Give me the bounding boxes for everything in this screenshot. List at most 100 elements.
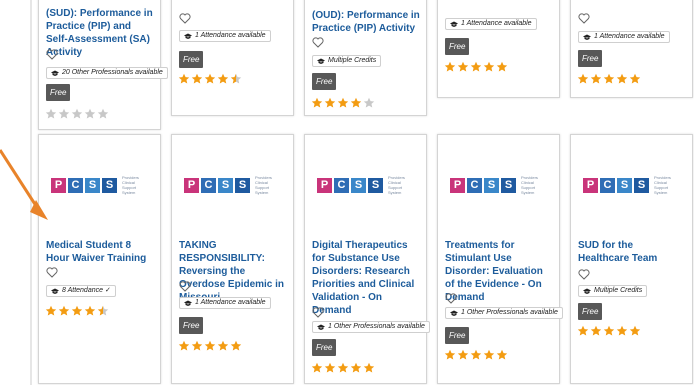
star-icon <box>603 73 615 84</box>
star-icon <box>629 73 641 84</box>
star-icon <box>45 108 57 119</box>
star-icon <box>97 108 109 119</box>
free-label: Free <box>46 84 71 101</box>
free-label: Free <box>445 327 470 344</box>
free-label: Free <box>445 38 470 55</box>
star-icon <box>71 305 83 316</box>
course-card-oud-pip[interactable]: (OUD): Performance in Practice (PIP) Act… <box>304 0 427 116</box>
credit-badge: 8 Attendance ✓ <box>46 285 116 297</box>
star-icon <box>230 340 242 351</box>
heart-icon[interactable] <box>46 267 58 278</box>
course-card-top-4[interactable]: 1 Attendance available Free <box>437 0 560 98</box>
course-card-top-2[interactable]: 1 Attendance available Free <box>171 0 294 116</box>
graduation-cap-icon <box>450 310 458 316</box>
course-title[interactable]: (OUD): Performance in Practice (PIP) Act… <box>312 9 420 35</box>
logo-letter: C <box>201 177 216 193</box>
star-icon <box>363 362 375 373</box>
rating-stars <box>45 108 109 120</box>
pcss-logo: P C S S Providers Clinical Support Syste… <box>172 135 293 235</box>
badge-label: 1 Other Professionals available <box>328 323 425 330</box>
star-icon <box>616 73 628 84</box>
star-icon <box>470 61 482 72</box>
course-card-taking-responsibility[interactable]: P C S S Providers Clinical Support Syste… <box>171 134 294 384</box>
rating-stars <box>178 73 242 85</box>
badge-label: 20 Other Professionals available <box>62 69 163 76</box>
logo-letter: P <box>317 177 332 193</box>
course-card-digital-therapeutics[interactable]: P C S S Providers Clinical Support Syste… <box>304 134 430 384</box>
star-icon <box>444 61 456 72</box>
course-title[interactable]: (SUD): Performance in Practice (PIP) and… <box>46 7 154 59</box>
graduation-cap-icon <box>51 70 59 76</box>
star-icon <box>577 325 589 336</box>
rating-stars <box>444 61 508 73</box>
course-card-sud-healthcare-team[interactable]: P C S S Providers Clinical Support Syste… <box>570 134 693 384</box>
rating-stars <box>577 325 641 337</box>
logo-letter: P <box>184 177 199 193</box>
star-icon <box>217 340 229 351</box>
star-icon <box>191 73 203 84</box>
heart-icon[interactable] <box>312 307 324 318</box>
graduation-cap-icon <box>450 21 458 27</box>
course-title[interactable]: Digital Therapeutics for Substance Use D… <box>312 239 420 317</box>
logo-tagline: Providers Clinical Support System <box>388 175 405 195</box>
star-icon <box>230 73 242 84</box>
star-icon <box>178 340 190 351</box>
credit-badge: 1 Attendance available <box>179 297 271 309</box>
pcss-logo: P C S S Providers Clinical Support Syste… <box>305 135 426 235</box>
star-icon <box>616 325 628 336</box>
star-icon <box>350 97 362 108</box>
star-icon <box>457 349 469 360</box>
logo-letter: S <box>102 177 117 193</box>
free-label: Free <box>179 317 204 334</box>
credit-badge: Multiple Credits <box>578 285 648 297</box>
logo-tagline: Providers Clinical Support System <box>654 175 671 195</box>
logo-letter: P <box>583 177 598 193</box>
logo-tagline: Providers Clinical Support System <box>521 175 538 195</box>
badge-label: Multiple Credits <box>594 287 643 294</box>
star-icon <box>350 362 362 373</box>
logo-letter: S <box>218 177 233 193</box>
heart-icon[interactable] <box>578 269 590 280</box>
heart-icon[interactable] <box>445 293 457 304</box>
pcss-logo: P C S S Providers Clinical Support Syste… <box>438 135 559 235</box>
graduation-cap-icon <box>184 33 192 39</box>
heart-icon[interactable] <box>578 13 590 24</box>
free-label: Free <box>312 339 337 356</box>
credit-badge: 1 Attendance available <box>445 18 537 30</box>
free-label: Free <box>312 73 337 90</box>
heart-icon[interactable] <box>179 281 191 292</box>
heart-icon[interactable] <box>179 13 191 24</box>
pcss-logo: P C S S Providers Clinical Support Syste… <box>571 135 692 235</box>
course-card-top-5[interactable]: 1 Attendance available Free <box>570 0 693 98</box>
rating-stars <box>45 305 109 317</box>
star-icon <box>217 73 229 84</box>
credit-badge: 1 Other Professionals available <box>312 321 430 333</box>
course-card-sud-pip-sa[interactable]: (SUD): Performance in Practice (PIP) and… <box>38 0 168 130</box>
logo-tagline: Providers Clinical Support System <box>255 175 272 195</box>
star-icon <box>84 305 96 316</box>
rating-stars <box>311 97 375 109</box>
star-icon <box>97 305 109 316</box>
course-title[interactable]: SUD for the Healthcare Team <box>578 239 686 265</box>
star-icon <box>311 362 323 373</box>
star-icon <box>191 340 203 351</box>
heart-icon[interactable] <box>46 49 58 60</box>
free-label: Free <box>578 303 603 320</box>
heart-icon[interactable] <box>312 37 324 48</box>
logo-letter: C <box>467 177 482 193</box>
credit-badge: 1 Attendance available <box>179 30 271 42</box>
course-title[interactable]: TAKING RESPONSIBILITY: Reversing the Ove… <box>179 239 287 304</box>
star-icon <box>457 61 469 72</box>
logo-letter: S <box>351 177 366 193</box>
star-icon <box>311 97 323 108</box>
logo-tagline: Providers Clinical Support System <box>122 175 139 195</box>
course-title[interactable]: Medical Student 8 Hour Waiver Training <box>46 239 154 265</box>
graduation-cap-icon <box>184 300 192 306</box>
course-card-stimulant-use-disorder[interactable]: P C S S Providers Clinical Support Syste… <box>437 134 563 384</box>
star-icon <box>629 325 641 336</box>
star-icon <box>71 108 83 119</box>
star-icon <box>603 325 615 336</box>
logo-letter: S <box>368 177 383 193</box>
star-icon <box>496 349 508 360</box>
course-title[interactable]: Treatments for Stimulant Use Disorder: E… <box>445 239 553 304</box>
